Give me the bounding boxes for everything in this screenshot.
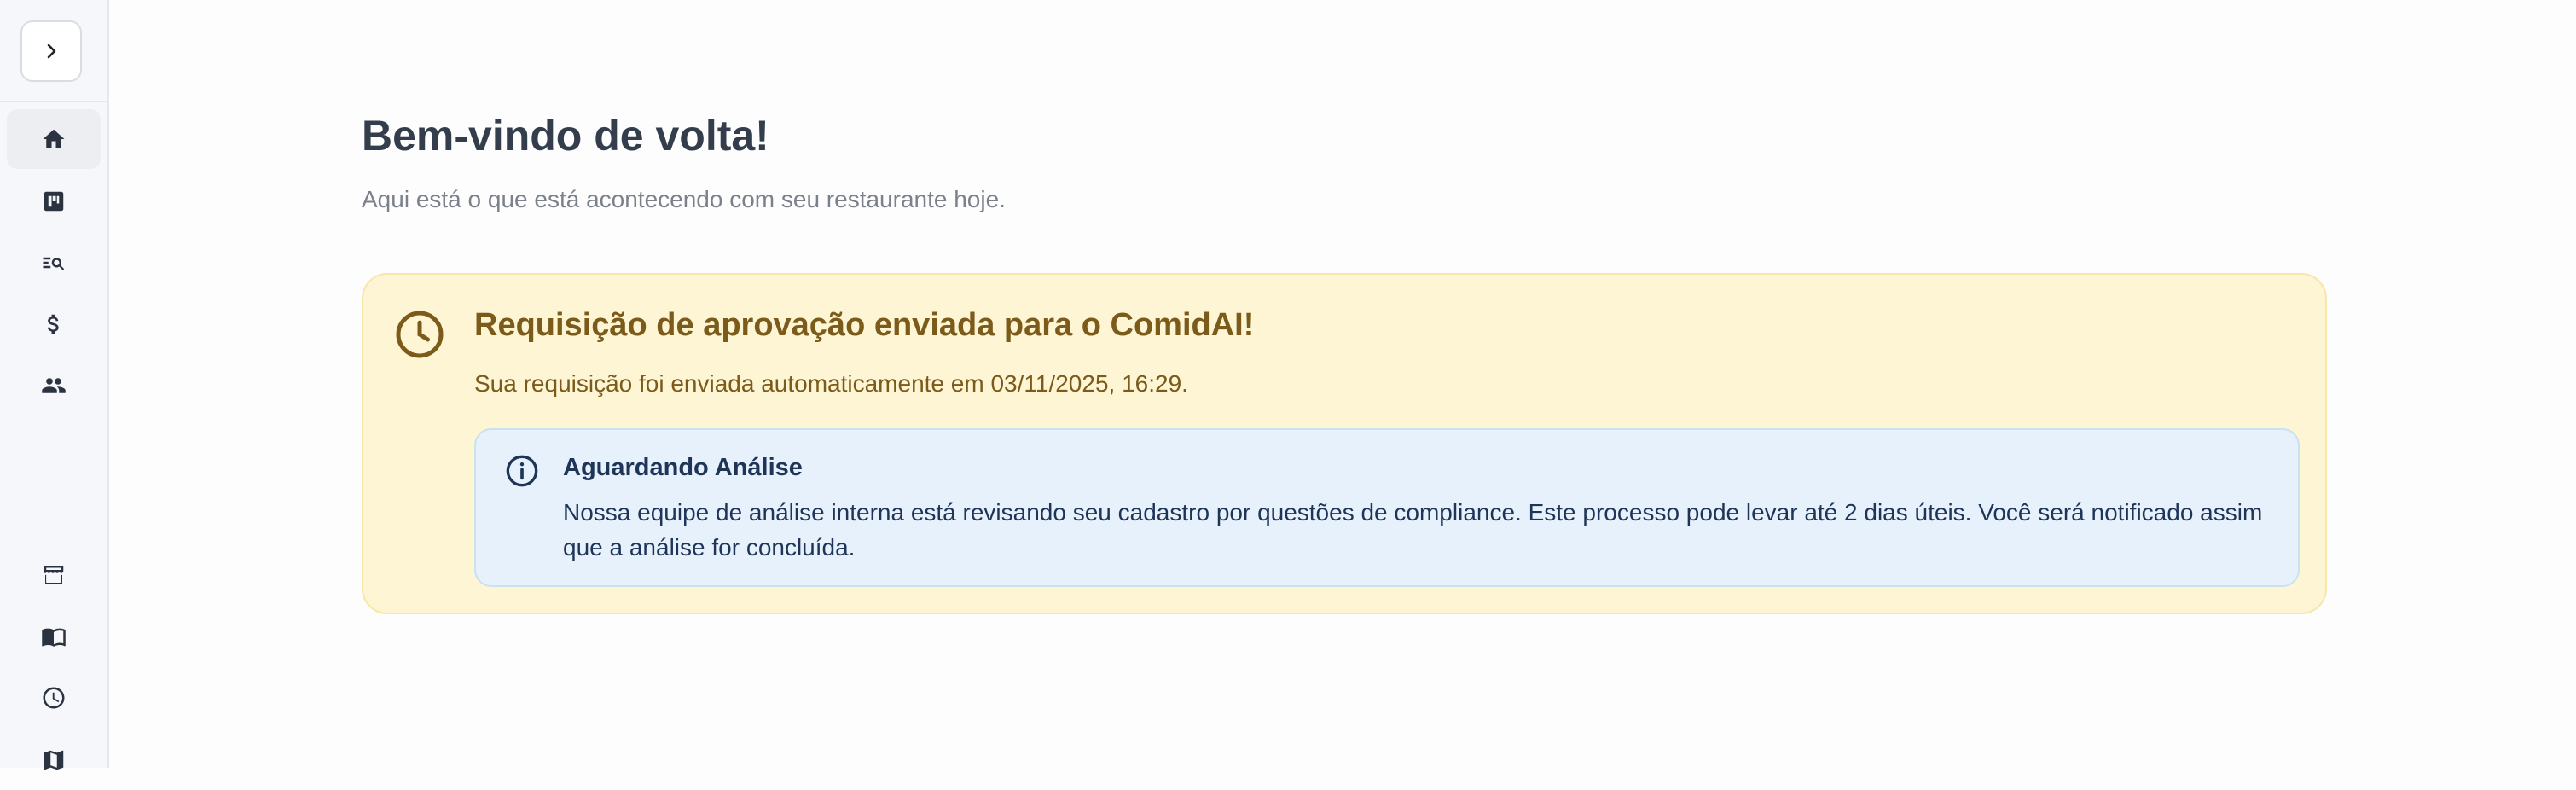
sidebar-item-dashboard[interactable] <box>7 171 101 231</box>
info-text: Nossa equipe de análise interna está rev… <box>563 499 2263 561</box>
page-subtitle: Aqui está o que está acontecendo com seu… <box>362 186 1006 212</box>
approval-message: Sua requisição foi enviada automaticamen… <box>474 370 1188 397</box>
sidebar-item-menu[interactable] <box>7 607 101 666</box>
list-search-icon <box>43 257 65 270</box>
book-icon <box>42 628 66 647</box>
sidebar-divider <box>0 101 109 102</box>
home-icon <box>43 129 65 148</box>
sidebar-item-store[interactable] <box>7 544 101 604</box>
map-icon <box>44 750 64 770</box>
sidebar-item-finance[interactable] <box>7 294 101 354</box>
info-title: Aguardando Análise <box>563 454 803 481</box>
store-icon <box>44 566 64 584</box>
board-icon <box>44 191 64 212</box>
clock-icon <box>43 687 65 709</box>
sidebar-item-search-list[interactable] <box>7 233 101 293</box>
sidebar-item-map[interactable] <box>7 730 101 790</box>
sidebar-item-history[interactable] <box>7 668 101 728</box>
sidebar-toggle-button[interactable] <box>20 20 82 82</box>
sidebar-item-people[interactable] <box>7 356 101 415</box>
sidebar-item-home[interactable] <box>7 109 101 169</box>
analysis-info-box: Aguardando Análise Nossa equipe de análi… <box>474 428 2300 587</box>
people-icon <box>42 378 66 393</box>
approval-title: Requisição de aprovação enviada para o C… <box>474 307 1255 343</box>
info-icon <box>506 455 538 487</box>
dollar-icon <box>47 314 59 334</box>
chevron-right-icon <box>47 44 56 59</box>
page-title: Bem-vindo de volta! <box>362 112 769 160</box>
clock-icon <box>396 311 444 358</box>
sidebar <box>0 0 109 770</box>
approval-status-card: Requisição de aprovação enviada para o C… <box>362 273 2327 614</box>
